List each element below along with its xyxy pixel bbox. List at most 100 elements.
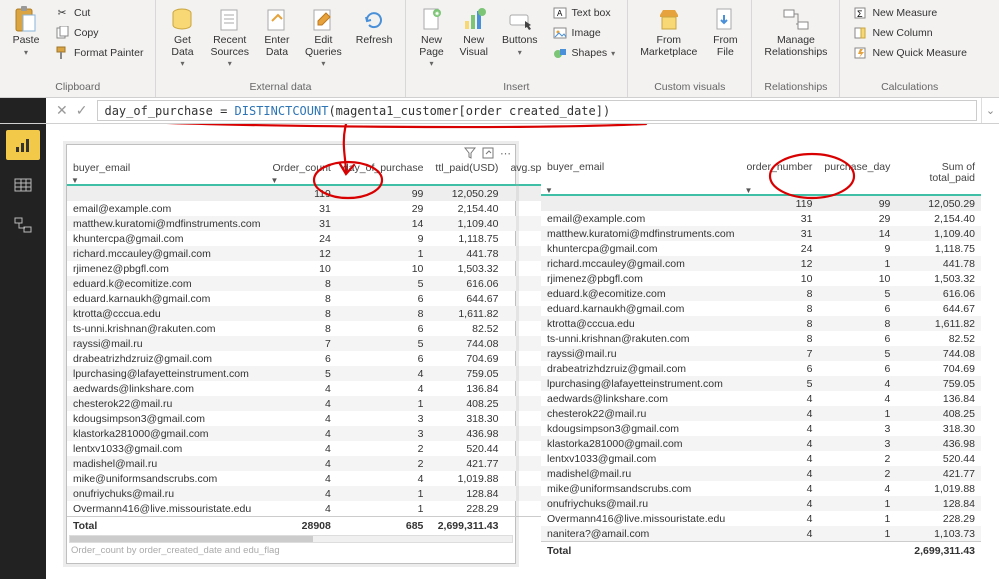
new-page-button[interactable]: ✷New Page▾ [414,4,450,70]
svg-text:A: A [557,9,563,18]
ribbon: Paste ▾ ✂Cut Copy Format Painter Clipboa… [0,0,999,98]
table-row[interactable]: rayssi@mail.ru75744.08 [541,346,981,361]
copy-label: Copy [74,27,99,39]
get-data-button[interactable]: Get Data▾ [164,4,200,70]
new-visual-button[interactable]: New Visual [456,4,492,60]
chevron-down-icon: ▾ [518,48,522,57]
group-clipboard: Paste ▾ ✂Cut Copy Format Painter Clipboa… [0,0,156,97]
new-measure-button[interactable]: ΣNew Measure [848,4,971,22]
table-row[interactable]: madishel@mail.ru42421.77 [541,466,981,481]
buttons-button[interactable]: Buttons▾ [498,4,542,59]
paste-button[interactable]: Paste ▾ [8,4,44,59]
buttons-icon [506,6,534,34]
formula-expand-button[interactable]: ⌄ [981,98,999,123]
new-quick-measure-label: New Quick Measure [872,47,967,59]
table-row[interactable]: richard.mccauley@gmail.com121441.78 [541,256,981,271]
table-row[interactable]: eduard.karnaukh@gmail.com86644.67 [541,301,981,316]
group-label-insert: Insert [503,79,529,95]
table-row[interactable]: lentxv1033@gmail.com42520.44 [541,451,981,466]
from-marketplace-label: From Marketplace [640,35,697,58]
table-row[interactable]: onufriychuks@mail.ru41128.84 [541,496,981,511]
from-file-button[interactable]: From File [707,4,743,60]
report-view-button[interactable] [6,130,40,160]
shapes-button[interactable]: Shapes ▾ [548,44,620,62]
chevron-down-icon: ▾ [430,59,434,68]
cut-label: Cut [74,7,90,19]
image-icon [552,25,568,41]
refresh-button[interactable]: Refresh [352,4,397,49]
model-view-button[interactable] [6,210,40,240]
column-header[interactable]: order_number▼ [740,160,818,195]
manage-relationships-button[interactable]: Manage Relationships [760,4,831,60]
group-insert: ✷New Page▾ New Visual Buttons▾ AText box… [406,0,629,97]
image-button[interactable]: Image [548,24,620,42]
textbox-button[interactable]: AText box [548,4,620,22]
visual-filters-icon[interactable] [464,147,476,159]
formula-cancel-button[interactable]: ✕ [56,102,68,119]
formula-input[interactable]: day_of_purchase = DISTINCTCOUNT(magenta1… [97,100,977,121]
table-row[interactable]: eduard.k@ecomitize.com85616.06 [541,286,981,301]
group-label-external: External data [250,79,312,95]
table-visual-left[interactable]: ⋯ buyer_email▼Order_count▼day_of_purchas… [66,144,516,564]
copy-button[interactable]: Copy [50,24,147,42]
table-row[interactable]: email@example.com31292,154.40 [541,211,981,226]
horizontal-scrollbar[interactable] [69,535,513,543]
shapes-label: Shapes [572,47,608,59]
paintbrush-icon [54,45,70,61]
new-visual-icon [460,6,488,34]
table-row[interactable]: klastorka281000@gmail.com43436.98 [541,436,981,451]
visual-focus-icon[interactable] [482,147,494,159]
chevron-down-icon: ▾ [321,59,325,68]
column-header[interactable]: buyer_email▼ [67,161,266,185]
relationships-icon [782,6,810,34]
visual-more-icon[interactable]: ⋯ [500,147,511,160]
table-row[interactable]: nanitera?@amail.com411,103.73 [541,526,981,542]
buttons-label: Buttons [502,35,538,47]
recent-sources-button[interactable]: Recent Sources▾ [206,4,253,70]
column-header[interactable]: buyer_email▼ [541,160,740,195]
svg-text:Σ: Σ [857,9,863,19]
column-header[interactable]: Sum of total_paid [896,160,981,195]
table-row[interactable]: rjimenez@pbgfl.com10101,503.32 [541,271,981,286]
column-icon [852,25,868,41]
table-row[interactable]: lpurchasing@lafayetteinstrument.com54759… [541,376,981,391]
edit-queries-button[interactable]: Edit Queries▾ [301,4,346,70]
table-row[interactable]: mike@uniformsandscrubs.com441,019.88 [541,481,981,496]
group-custom-visuals: From Marketplace From File Custom visual… [628,0,752,97]
new-column-button[interactable]: New Column [848,24,971,42]
column-header[interactable]: ttl_paid(USD) [429,161,504,185]
get-data-label: Get Data [171,35,193,58]
enter-data-label: Enter Data [264,35,289,58]
table-row[interactable]: khuntercpa@gmail.com2491,118.75 [541,241,981,256]
from-marketplace-button[interactable]: From Marketplace [636,4,701,60]
data-view-button[interactable] [6,170,40,200]
chevron-down-icon: ▾ [180,59,184,68]
table-row[interactable]: ts-unni.krishnan@rakuten.com8682.52 [541,331,981,346]
column-header[interactable]: day_of_purchase [337,161,430,185]
group-relationships: Manage Relationships Relationships [752,0,840,97]
table-row[interactable]: chesterok22@mail.ru41408.25 [541,406,981,421]
format-painter-button[interactable]: Format Painter [50,44,147,62]
table-row[interactable]: drabeatrizhdzruiz@gmail.com66704.69 [541,361,981,376]
column-header[interactable]: purchase_day [818,160,896,195]
cut-button[interactable]: ✂ Cut [50,4,147,22]
from-file-icon [711,6,739,34]
report-canvas[interactable]: ⋯ buyer_email▼Order_count▼day_of_purchas… [46,124,999,579]
group-label-relationships: Relationships [764,79,827,95]
shapes-icon [552,45,568,61]
table-row[interactable]: aedwards@linkshare.com44136.84 [541,391,981,406]
table-row[interactable]: ktrotta@cccua.edu881,611.82 [541,316,981,331]
formula-commit-button[interactable]: ✓ [76,102,88,119]
table-row[interactable]: kdougsimpson3@gmail.com43318.30 [541,421,981,436]
enter-data-button[interactable]: Enter Data [259,4,295,60]
table-row[interactable]: matthew.kuratomi@mdfinstruments.com31141… [541,226,981,241]
format-painter-label: Format Painter [74,47,143,59]
table-visual-right[interactable]: buyer_email▼order_number▼purchase_daySum… [541,160,981,565]
new-visual-label: New Visual [460,35,488,58]
scissors-icon: ✂ [54,5,70,21]
column-header[interactable]: Order_count▼ [266,161,336,185]
table-row[interactable]: Overmann416@live.missouristate.edu41228.… [541,511,981,526]
group-external-data: Get Data▾ Recent Sources▾ Enter Data Edi… [156,0,405,97]
formula-bar: ✕ ✓ day_of_purchase = DISTINCTCOUNT(mage… [0,98,999,124]
new-quick-measure-button[interactable]: New Quick Measure [848,44,971,62]
